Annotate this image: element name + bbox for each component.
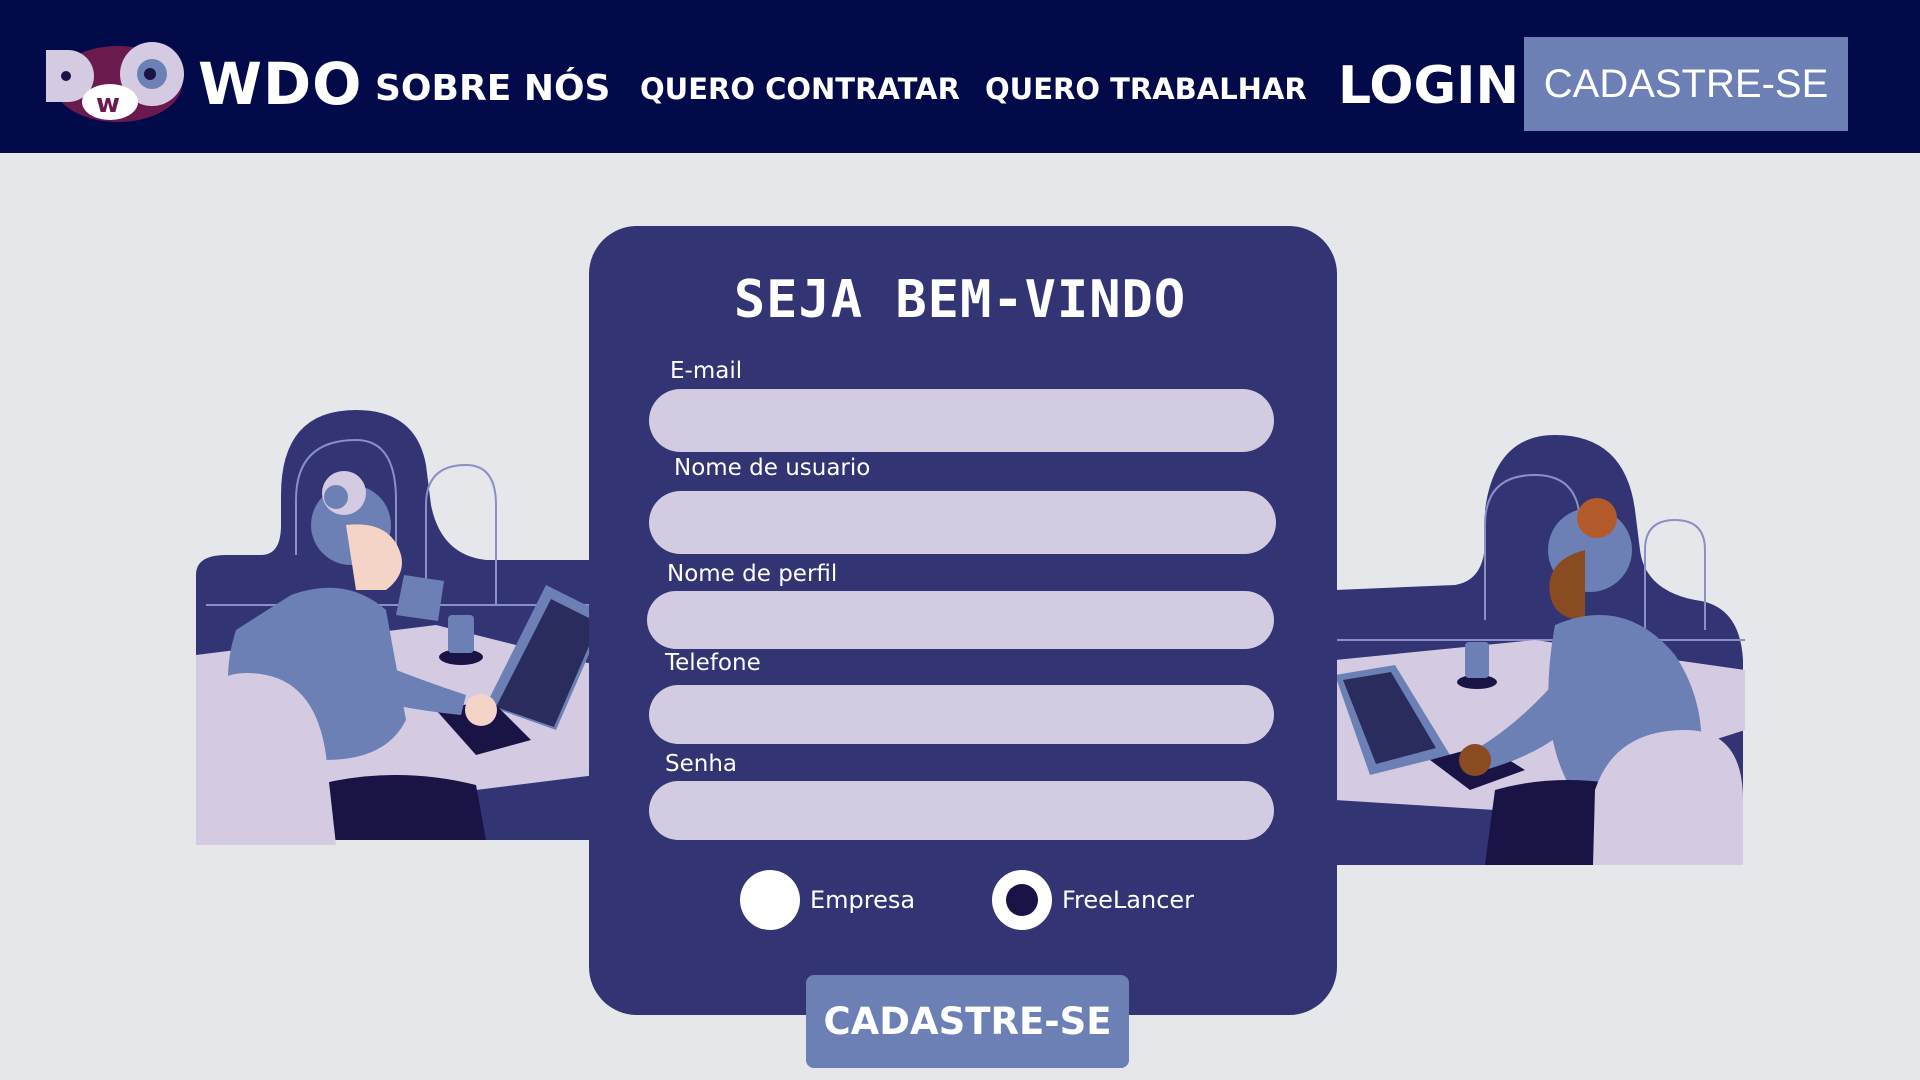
nav-sobre-nos[interactable]: SOBRE NÓS — [375, 68, 610, 109]
left-illustration-woman-at-desk — [196, 410, 596, 845]
nav-login[interactable]: LOGIN — [1338, 56, 1519, 116]
nav-cadastre-button[interactable]: CADASTRE-SE — [1524, 37, 1848, 131]
username-label: Nome de usuario — [674, 455, 871, 481]
top-navbar: w WDO SOBRE NÓS QUERO CONTRATAR QUERO TR… — [0, 0, 1920, 153]
profile-name-field[interactable] — [647, 591, 1274, 649]
nav-quero-trabalhar[interactable]: QUERO TRABALHAR — [985, 72, 1307, 106]
radio-freelancer[interactable] — [992, 870, 1052, 930]
password-field[interactable] — [649, 781, 1274, 840]
logo-icon[interactable]: w — [40, 40, 190, 130]
radio-freelancer-label[interactable]: FreeLancer — [1062, 886, 1194, 914]
radio-empresa-label[interactable]: Empresa — [810, 886, 915, 914]
profile-name-label: Nome de perfil — [667, 561, 838, 587]
radio-empresa[interactable] — [740, 870, 800, 930]
nav-quero-contratar[interactable]: QUERO CONTRATAR — [640, 72, 960, 106]
brand-name[interactable]: WDO — [198, 50, 362, 118]
phone-field[interactable] — [649, 685, 1274, 744]
username-field[interactable] — [649, 491, 1276, 554]
phone-label: Telefone — [665, 650, 761, 676]
email-field[interactable] — [649, 389, 1274, 452]
right-illustration-woman-at-desk — [1335, 435, 1745, 865]
svg-text:w: w — [96, 89, 120, 119]
form-title: SEJA BEM-VINDO — [733, 270, 1187, 330]
password-label: Senha — [665, 751, 737, 777]
email-label: E-mail — [670, 358, 743, 384]
radio-selected-dot — [1006, 884, 1038, 916]
cadastre-submit-button[interactable]: CADASTRE-SE — [806, 975, 1129, 1068]
